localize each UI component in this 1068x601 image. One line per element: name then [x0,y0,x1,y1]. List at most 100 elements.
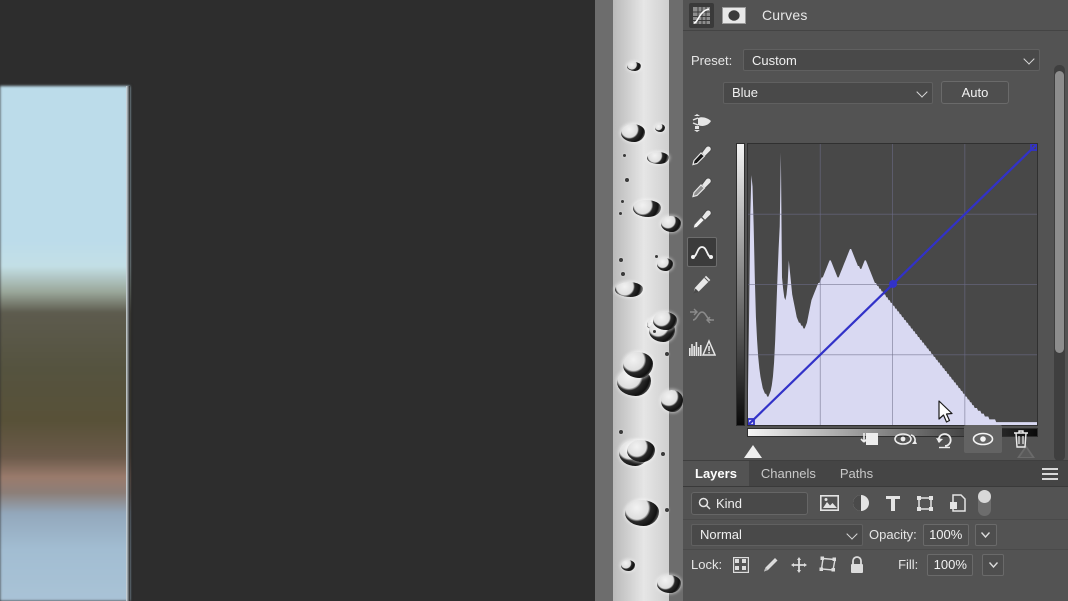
fill-label: Fill: [898,557,919,572]
droplet-speck [619,430,623,434]
layers-panel: Layers Channels Paths Kind Normal Opacit… [683,461,1068,601]
panel-menu-icon[interactable] [1042,468,1058,483]
water-droplet [657,258,673,271]
curves-graph[interactable] [747,143,1038,426]
lock-image-pixels-icon[interactable] [760,555,780,575]
water-droplet [647,152,669,164]
water-droplet [621,124,645,142]
eyedropper-gray-point-icon[interactable] [687,173,717,203]
photoshop-window: Curves Preset: Custom Blue Auto Layers C… [0,0,1068,601]
page-title: Curves [762,7,808,23]
water-droplet [653,312,677,330]
lock-label: Lock: [691,557,723,572]
document-image-landscape[interactable] [0,86,130,601]
water-droplet [633,200,661,217]
water-droplet [657,575,681,593]
curves-panel-body: Preset: Custom Blue Auto [683,31,1068,461]
blend-mode-row: Normal Opacity: 100% [683,519,1068,549]
droplet-speck [665,508,669,512]
droplet-speck [619,258,623,262]
curves-panel-header: Curves [683,0,1068,31]
chevron-down-icon [1023,53,1035,65]
filter-shape-layers-icon[interactable] [914,492,936,514]
droplet-speck [653,330,656,333]
droplet-speck [621,272,625,276]
toggle-visibility-eye-icon[interactable] [964,425,1002,453]
delete-adjustment-trash-icon[interactable] [1002,425,1040,453]
water-droplet [627,440,655,462]
preset-value: Custom [752,52,797,68]
lock-all-icon[interactable] [847,555,867,575]
water-droplet [661,390,683,412]
droplet-speck [665,352,669,356]
droplet-texture-image[interactable] [595,0,683,601]
filter-type-layers-icon[interactable] [882,492,904,514]
tab-layers[interactable]: Layers [683,461,749,486]
scrollbar-thumb[interactable] [1055,71,1064,353]
chevron-down-icon [981,531,991,538]
droplet-speck [661,452,665,456]
histogram-clipping-warning-icon[interactable] [687,333,717,363]
chevron-down-icon [916,85,928,98]
droplet-speck [619,212,622,215]
curves-adjustment-icon[interactable] [689,2,714,28]
fill-stepper-button[interactable] [982,553,1005,576]
water-droplet [615,282,643,297]
curves-tool-column [687,109,721,365]
eyedropper-black-point-icon[interactable] [687,141,717,171]
mouse-pointer [938,400,956,426]
droplet-speck [625,178,629,182]
water-droplet [627,62,641,71]
preset-row: Preset: Custom [691,49,1040,71]
layers-filter-row: Kind [683,487,1068,519]
curves-bottom-toolbar [691,424,1040,454]
target-adjustment-icon[interactable] [687,109,717,139]
lock-transparent-pixels-icon[interactable] [731,555,751,575]
water-droplet [655,124,665,132]
chevron-down-icon [846,527,858,540]
filter-kind-label: Kind [716,495,743,511]
edit-points-curve-icon[interactable] [687,237,717,267]
pencil-draw-curve-icon[interactable] [687,269,717,299]
opacity-field[interactable]: 100% [922,523,969,546]
filter-pixel-layers-icon[interactable] [818,492,840,514]
lock-position-icon[interactable] [789,555,809,575]
channel-value: Blue [732,85,759,100]
filter-kind-select[interactable]: Kind [691,491,808,515]
document-edge-shadow [126,86,130,601]
opacity-label: Opacity: [869,527,917,542]
auto-button[interactable]: Auto [941,81,1009,104]
water-droplet [625,500,659,526]
channel-select[interactable]: Blue [723,81,933,104]
channel-row: Blue Auto [723,81,1040,104]
blend-mode-select[interactable]: Normal [691,523,863,546]
filter-smart-object-icon[interactable] [946,492,968,514]
chevron-down-icon [988,561,998,568]
water-droplet [621,560,635,571]
curves-panel-scrollbar[interactable] [1054,65,1065,461]
toggle-layer-visibility-previous-icon[interactable] [888,425,926,453]
smooth-curve-icon [687,301,717,331]
layer-mask-thumbnail-icon[interactable] [721,3,746,28]
droplet-speck [621,200,624,203]
curve-plot[interactable] [748,144,1037,425]
tab-paths[interactable]: Paths [828,461,885,486]
clip-to-layer-icon[interactable] [850,425,888,453]
layers-tabstrip: Layers Channels Paths [683,461,1068,487]
output-gradient-strip [736,143,745,426]
preset-label: Preset: [691,52,733,68]
canvas-area[interactable] [0,0,595,601]
tab-channels[interactable]: Channels [749,461,828,486]
lock-row: Lock: Fill: 100% [683,549,1068,579]
reset-adjustment-icon[interactable] [926,425,964,453]
droplet-speck [623,154,626,157]
fill-field[interactable]: 100% [927,553,974,576]
filter-adjustment-layers-icon[interactable] [850,492,872,514]
eyedropper-white-point-icon[interactable] [687,205,717,235]
lock-artboard-nesting-icon[interactable] [818,555,838,575]
water-droplet [623,352,653,378]
preset-select[interactable]: Custom [743,49,1040,71]
filter-enable-toggle[interactable] [978,490,991,516]
right-panel-column: Curves Preset: Custom Blue Auto Layers C… [683,0,1068,601]
opacity-stepper-button[interactable] [974,523,997,546]
